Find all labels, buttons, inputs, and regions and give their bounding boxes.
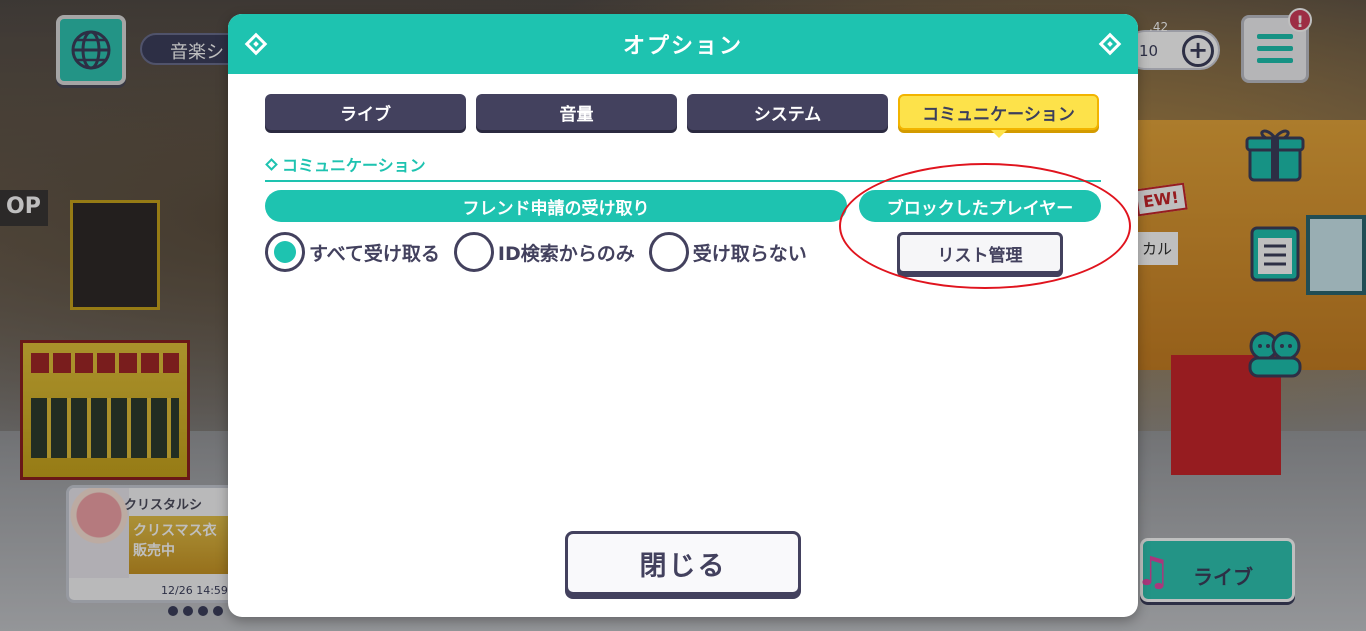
section-heading: コミュニケーション — [265, 152, 1101, 182]
dialog-title: オプション — [622, 34, 743, 59]
radio-label: すべて受け取る — [309, 242, 440, 265]
diamond-icon — [244, 32, 268, 56]
radio-button[interactable] — [265, 232, 305, 272]
friend-request-options: すべて受け取る ID検索からのみ 受け取らない — [265, 232, 821, 272]
options-dialog: オプション ライブ 音量 システム コミュニケーション コミュニケーション フレ… — [228, 14, 1138, 617]
radio-option-all[interactable]: すべて受け取る — [265, 232, 440, 272]
close-button[interactable]: 閉じる — [565, 531, 801, 595]
radio-label: ID検索からのみ — [497, 242, 635, 265]
diamond-icon — [1098, 32, 1122, 56]
diamond-bullet-icon — [265, 157, 278, 171]
options-tabs: ライブ 音量 システム コミュニケーション — [265, 94, 1099, 138]
tab-system[interactable]: システム — [687, 94, 888, 130]
tab-volume[interactable]: 音量 — [476, 94, 677, 130]
radio-button[interactable] — [648, 232, 689, 272]
section-title: コミュニケーション — [282, 156, 426, 175]
radio-label: 受け取らない — [692, 242, 807, 265]
radio-option-none[interactable]: 受け取らない — [648, 232, 807, 272]
dialog-header: オプション — [228, 14, 1138, 74]
tab-communication[interactable]: コミュニケーション — [898, 94, 1099, 138]
blocked-players-label: ブロックしたプレイヤー — [859, 190, 1101, 222]
tab-live[interactable]: ライブ — [265, 94, 466, 130]
friend-request-label: フレンド申請の受け取り — [265, 190, 847, 222]
radio-button[interactable] — [453, 232, 494, 272]
manage-block-list-button[interactable]: リスト管理 — [897, 232, 1063, 274]
radio-option-id-only[interactable]: ID検索からのみ — [453, 232, 635, 272]
